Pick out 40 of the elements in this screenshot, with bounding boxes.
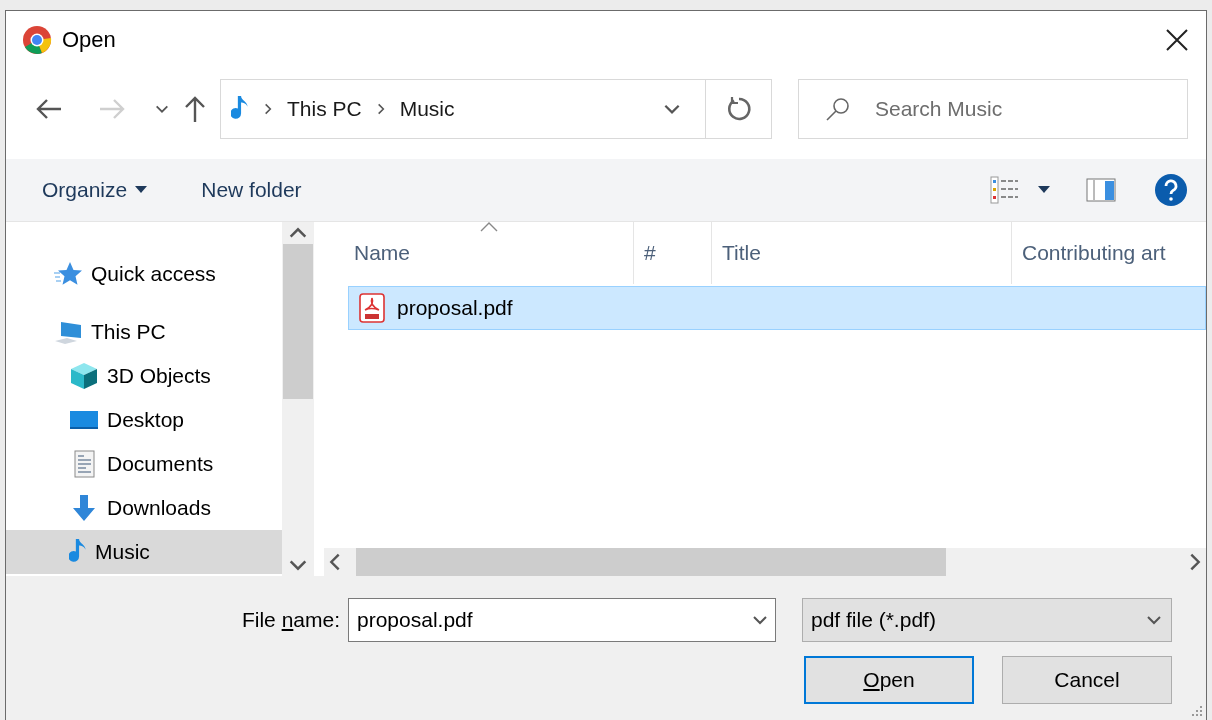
breadcrumb[interactable]: Music: [399, 97, 455, 121]
details-view-icon: [990, 176, 1020, 204]
file-type-dropdown[interactable]: pdf file (*.pdf): [802, 598, 1172, 642]
file-row[interactable]: proposal.pdf: [348, 286, 1206, 330]
sidebar-item[interactable]: Quick access: [6, 252, 282, 296]
column-header[interactable]: #: [634, 222, 712, 284]
search-icon: [825, 96, 851, 122]
scrollbar-thumb[interactable]: [356, 548, 946, 576]
file-name-label: File name:: [241, 608, 340, 632]
vertical-scrollbar[interactable]: [282, 222, 314, 576]
left-arrow-icon: [35, 98, 63, 120]
caret-icon: [135, 186, 148, 194]
cube-icon: [69, 361, 99, 391]
column-header[interactable]: Title: [712, 222, 1012, 284]
right-arrow-icon: [98, 98, 126, 120]
cancel-button[interactable]: Cancel: [1002, 656, 1172, 704]
caret-icon: [1038, 186, 1050, 194]
sidebar-item[interactable]: Documents: [6, 442, 282, 486]
column-header[interactable]: Name: [344, 222, 634, 284]
search-field[interactable]: Search Music: [798, 79, 1188, 139]
sidebar-item[interactable]: Downloads: [6, 486, 282, 530]
sidebar-item[interactable]: Desktop: [6, 398, 282, 442]
window-title: Open: [62, 27, 117, 53]
open-button[interactable]: Open: [804, 656, 974, 704]
organize-button[interactable]: Organize: [30, 172, 160, 208]
sort-ascending-icon: [479, 222, 498, 232]
sidebar-item[interactable]: This PC: [6, 310, 282, 354]
resize-grip-icon: [1192, 706, 1202, 716]
app-icon: [22, 25, 52, 55]
horizontal-scrollbar[interactable]: [324, 548, 1206, 576]
sidebar-item[interactable]: 3D Objects: [6, 354, 282, 398]
file-name-input[interactable]: proposal.pdf: [355, 607, 751, 633]
sidebar-item[interactable]: Music: [6, 530, 282, 574]
file-name-field[interactable]: proposal.pdf: [348, 598, 776, 642]
column-header[interactable]: Contributing art: [1012, 222, 1206, 284]
pdf-file-icon: [359, 293, 385, 323]
new-folder-button[interactable]: New folder: [189, 172, 314, 208]
breadcrumb[interactable]: This PC: [287, 97, 362, 121]
address-bar[interactable]: This PC Music: [220, 79, 772, 139]
scrollbar-thumb[interactable]: [283, 244, 313, 399]
